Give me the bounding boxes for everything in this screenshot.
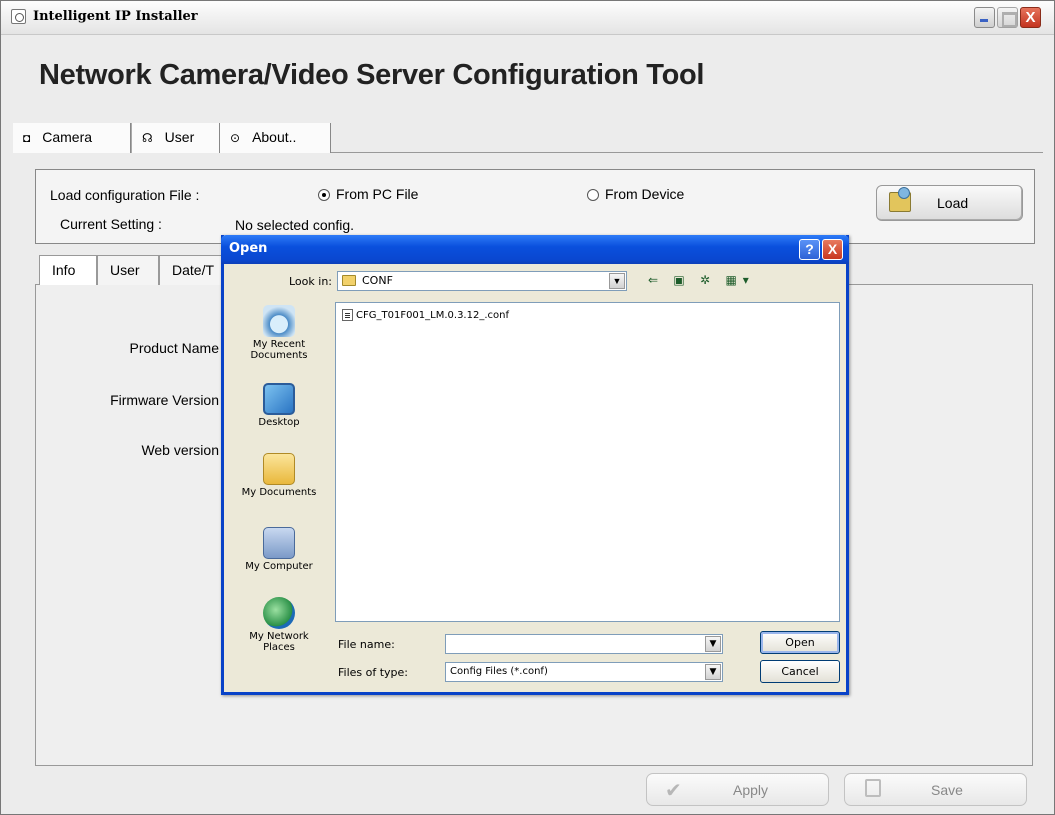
desktop-icon [263,383,295,415]
load-folder-icon [889,187,911,212]
network-places-icon [263,597,295,629]
current-setting-value: No selected config. [235,217,355,233]
look-in-dropdown[interactable]: CONF ▼ [337,271,627,291]
load-button[interactable]: Load [876,185,1023,221]
tab-about-label: About.. [252,129,297,145]
place-network[interactable]: My Network Places [234,597,324,653]
from-device-radio[interactable] [587,189,599,201]
chevron-down-icon[interactable]: ▼ [705,664,721,680]
recent-documents-icon [263,305,295,337]
current-setting-label: Current Setting : [60,216,162,232]
subtab-user[interactable]: User [97,255,159,285]
place-label: My Network Places [249,631,309,653]
app-window: Intelligent IP Installer X Network Camer… [0,0,1055,815]
save-button[interactable]: Save [844,773,1027,806]
checkmark-icon: ✔ [665,780,682,802]
firmware-version-label: Firmware Version [110,392,219,408]
from-pc-radio[interactable] [318,189,330,201]
config-file-icon [342,309,353,321]
files-of-type-label: Files of type: [338,666,409,679]
open-file-dialog: Open ? X Look in: CONF ▼ ⇐ ▣ ✲ ▦▾ My Rec… [221,235,849,695]
from-pc-label[interactable]: From PC File [336,186,418,202]
app-icon [11,9,26,24]
files-of-type-dropdown[interactable]: Config Files (*.conf) ▼ [445,662,723,682]
files-of-type-value: Config Files (*.conf) [450,666,548,677]
place-label: My Documents [241,487,317,498]
product-name-label: Product Name [129,340,219,356]
chevron-down-icon[interactable]: ▼ [705,636,721,652]
look-in-value: CONF [362,274,393,287]
file-item-name: CFG_T01F001_LM.0.3.12_.conf [356,310,509,321]
my-computer-icon [263,527,295,559]
page-title: Network Camera/Video Server Configuratio… [39,59,705,91]
apply-button-label: Apply [733,782,769,798]
file-name-input[interactable]: ▼ [445,634,723,654]
main-tab-bar: ◘ Camera ☊ User ⊙ About.. [13,119,1043,153]
open-button[interactable]: Open [760,631,840,654]
cancel-button[interactable]: Cancel [760,660,840,683]
place-label: Desktop [258,417,300,428]
tab-about[interactable]: ⊙ About.. [219,123,331,153]
minimize-button[interactable] [974,7,995,28]
file-name-label: File name: [338,638,395,651]
subtab-info[interactable]: Info [39,255,97,285]
my-documents-icon [263,453,295,485]
maximize-button[interactable] [997,7,1018,28]
tab-camera[interactable]: ◘ Camera [13,123,131,153]
dialog-title-bar[interactable]: Open ? X [221,235,849,264]
dialog-title: Open [229,241,268,256]
camera-icon: ◘ [23,131,31,145]
place-recent-documents[interactable]: My Recent Documents [234,305,324,361]
place-desktop[interactable]: Desktop [234,383,324,428]
help-button[interactable]: ? [799,239,820,260]
place-my-documents[interactable]: My Documents [234,453,324,498]
load-config-label: Load configuration File : [50,187,200,203]
load-button-label: Load [937,195,969,211]
look-in-label: Look in: [289,275,332,288]
info-icon: ⊙ [230,131,241,145]
list-item[interactable]: CFG_T01F001_LM.0.3.12_.conf [342,309,509,321]
window-title: Intelligent IP Installer [33,9,198,24]
from-device-label[interactable]: From Device [605,186,684,202]
folder-icon [342,275,356,286]
load-config-group: Load configuration File : From PC File F… [35,169,1035,244]
title-bar[interactable]: Intelligent IP Installer X [1,1,1054,35]
place-label: My Recent Documents [250,339,308,361]
tab-user-label: User [164,129,195,145]
apply-button[interactable]: ✔ Apply [646,773,829,806]
tab-camera-label: Camera [42,129,93,145]
place-my-computer[interactable]: My Computer [234,527,324,572]
save-button-label: Save [931,782,963,798]
web-version-label: Web version [141,442,219,458]
place-label: My Computer [245,561,313,572]
chevron-down-icon[interactable]: ▼ [609,273,625,289]
dialog-toolbar-icons[interactable]: ⇐ ▣ ✲ ▦▾ [648,273,755,287]
tab-user[interactable]: ☊ User [131,123,229,153]
close-button[interactable]: X [1020,7,1041,28]
subtab-datetime[interactable]: Date/T [159,255,229,285]
places-bar: My Recent Documents Desktop My Documents… [234,301,324,685]
user-icon: ☊ [142,131,153,145]
dialog-close-button[interactable]: X [822,239,843,260]
file-list[interactable]: CFG_T01F001_LM.0.3.12_.conf [335,302,840,622]
floppy-disk-icon [865,779,881,797]
